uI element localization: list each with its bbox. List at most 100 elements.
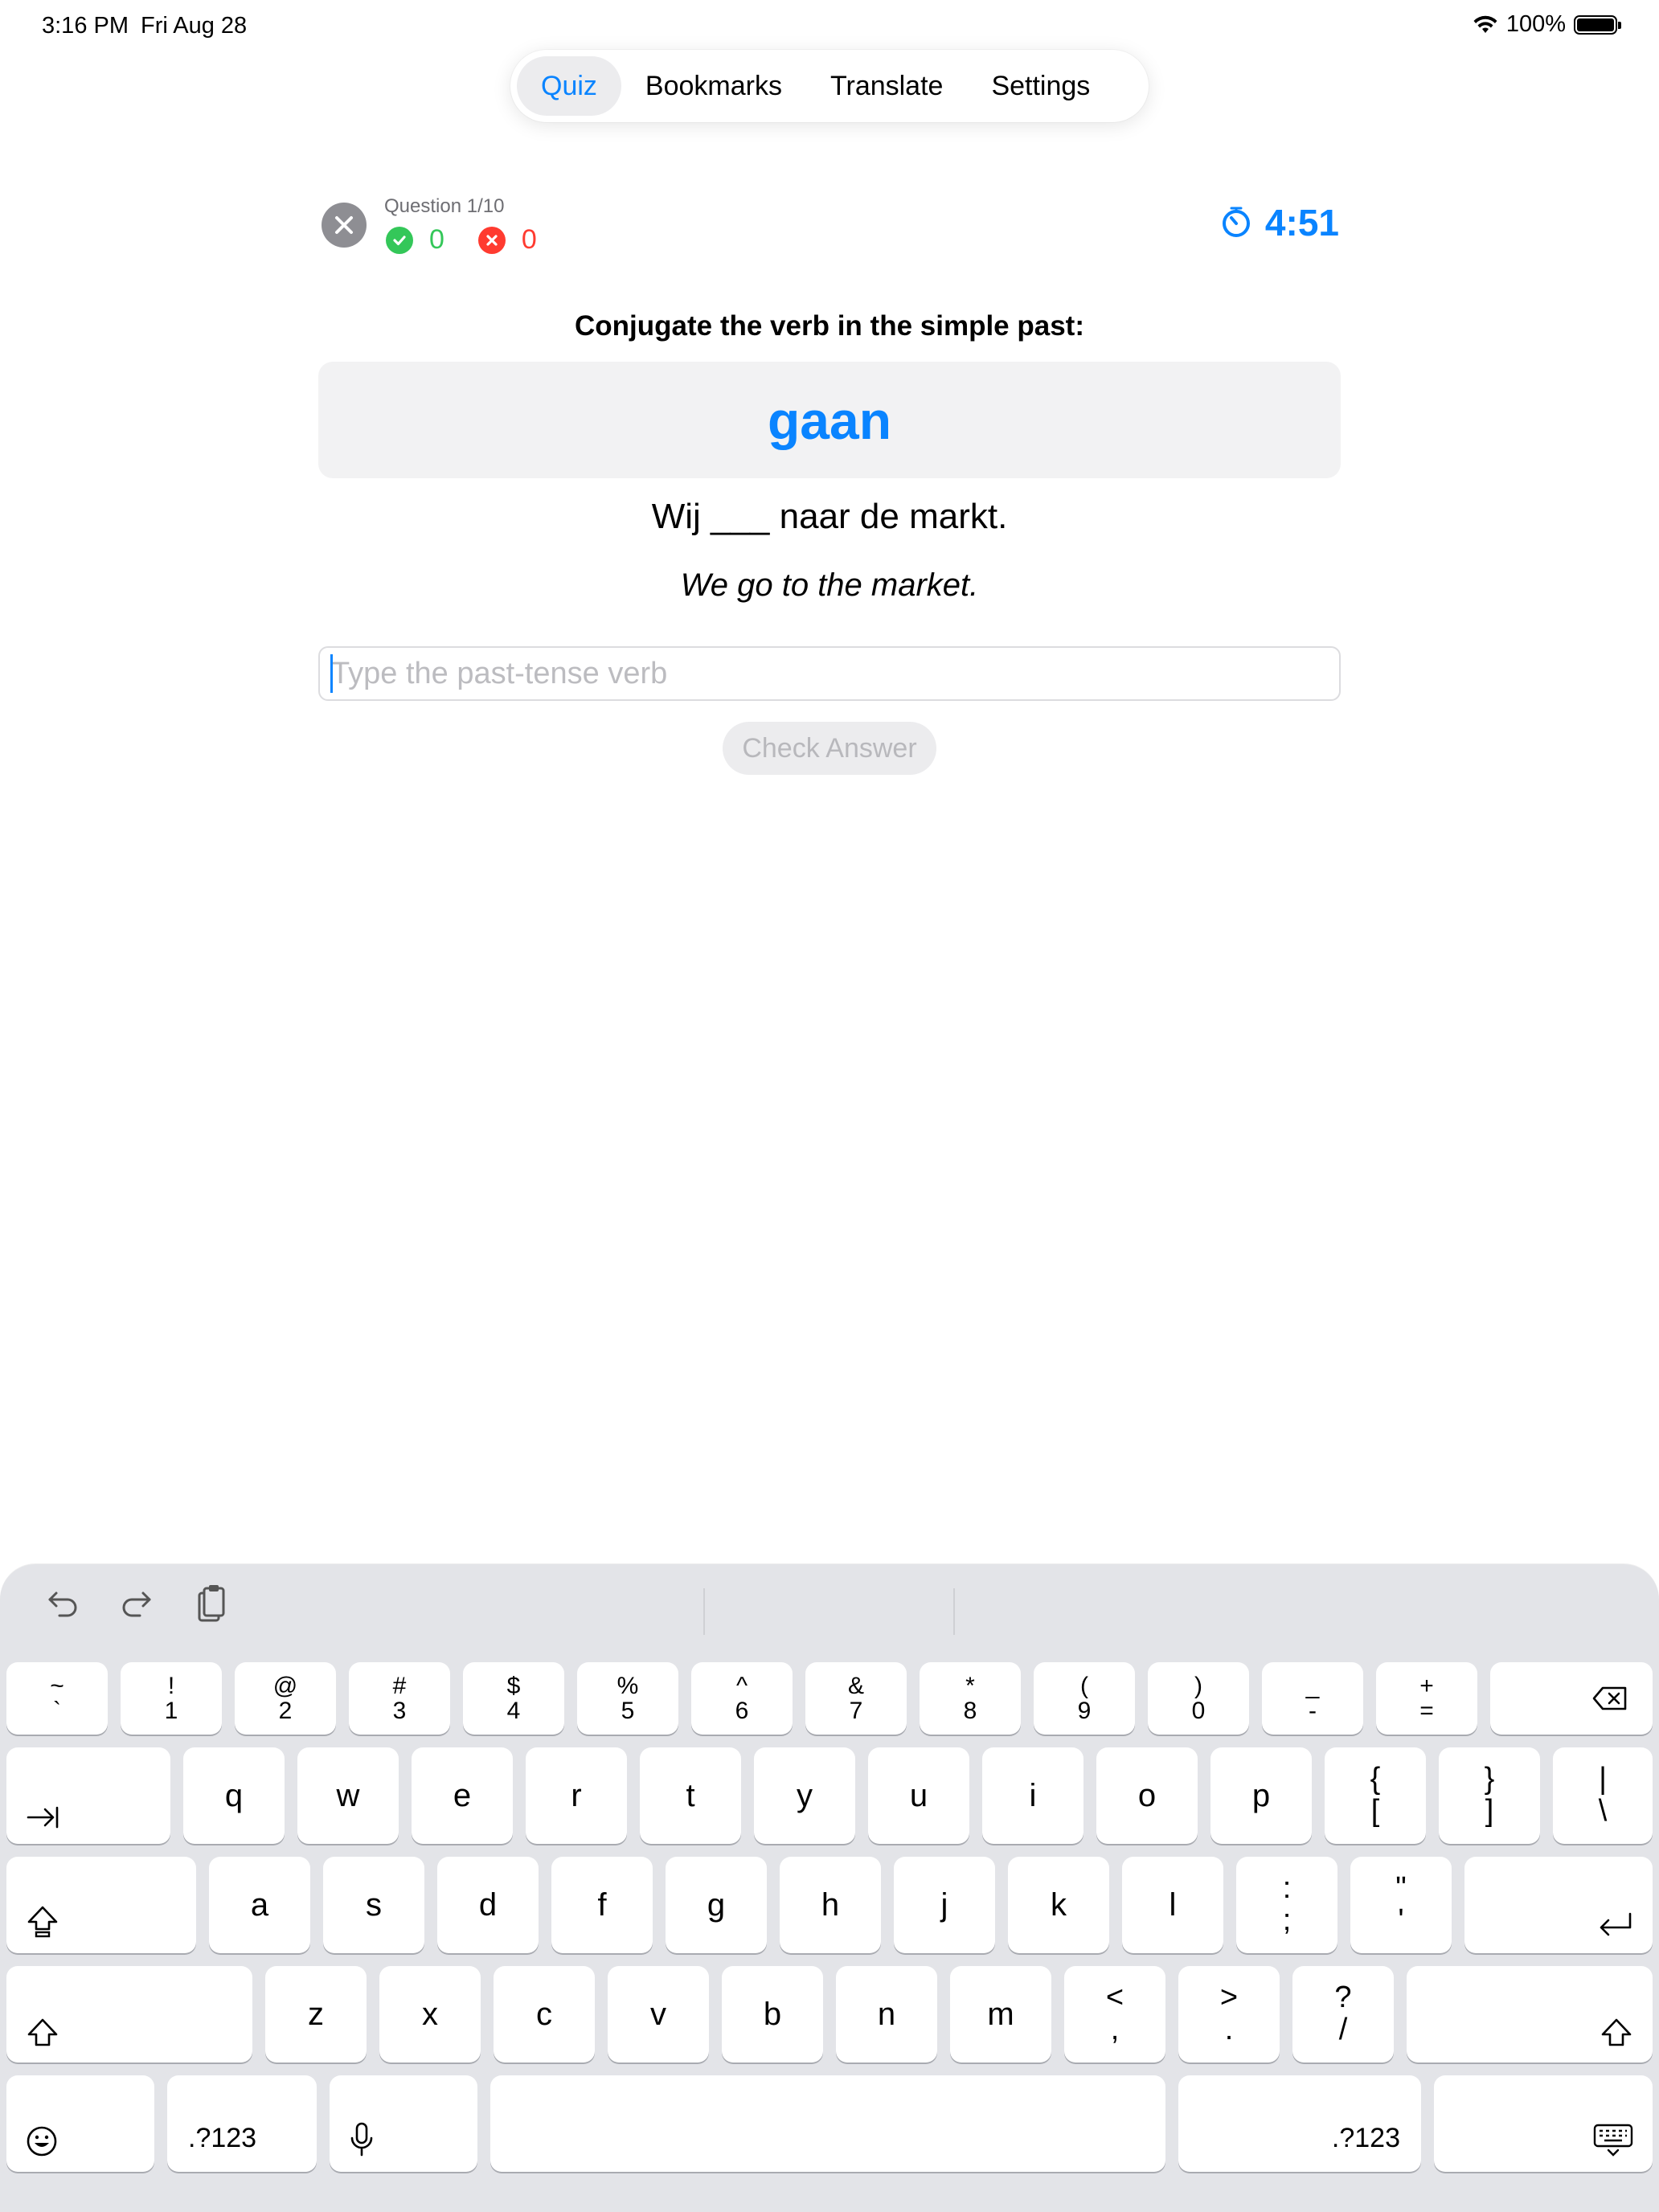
key-w[interactable]: w bbox=[297, 1747, 399, 1844]
english-translation: We go to the market. bbox=[680, 567, 979, 603]
status-bar: 3:16 PM Fri Aug 28 100% bbox=[0, 0, 1659, 51]
tab-translate[interactable]: Translate bbox=[806, 56, 967, 116]
key-t[interactable]: t bbox=[640, 1747, 741, 1844]
verb-card: gaan bbox=[318, 362, 1341, 478]
score-row: 0 0 bbox=[386, 224, 537, 256]
keyboard-dismiss-icon bbox=[1593, 2124, 1633, 2157]
key-x[interactable]: x bbox=[379, 1966, 481, 2062]
question-prompt: Conjugate the verb in the simple past: bbox=[575, 310, 1084, 342]
key-6[interactable]: ^ 6 bbox=[691, 1662, 793, 1735]
key-0[interactable]: ) 0 bbox=[1148, 1662, 1249, 1735]
numbers-key-left[interactable]: .?123 bbox=[167, 2075, 317, 2172]
key-d[interactable]: d bbox=[437, 1857, 539, 1953]
key-8[interactable]: * 8 bbox=[920, 1662, 1021, 1735]
key-l[interactable]: l bbox=[1122, 1857, 1223, 1953]
caps-lock-icon bbox=[27, 1906, 58, 1938]
redo-icon[interactable] bbox=[119, 1585, 154, 1622]
text-cursor bbox=[330, 654, 333, 693]
timer: 4:51 bbox=[1220, 201, 1339, 244]
wifi-icon bbox=[1473, 15, 1497, 33]
key-g[interactable]: g bbox=[666, 1857, 767, 1953]
key-j[interactable]: j bbox=[894, 1857, 995, 1953]
timer-value: 4:51 bbox=[1264, 202, 1339, 244]
microphone-icon bbox=[350, 2122, 373, 2157]
key-backslash[interactable]: | \ bbox=[1553, 1747, 1653, 1844]
check-answer-button[interactable]: Check Answer bbox=[723, 722, 936, 775]
checkmark-icon bbox=[386, 226, 413, 254]
close-icon bbox=[335, 216, 353, 234]
key-y[interactable]: y bbox=[754, 1747, 855, 1844]
tab-bar: Quiz Bookmarks Translate Settings bbox=[510, 50, 1149, 122]
key-minus[interactable]: _ - bbox=[1262, 1662, 1363, 1735]
question-counter: Question 1/10 bbox=[384, 195, 505, 217]
toolbar-divider bbox=[703, 1588, 705, 1635]
numbers-key-right[interactable]: .?123 bbox=[1178, 2075, 1421, 2172]
key-bracket-right[interactable]: }] bbox=[1439, 1747, 1540, 1844]
wrong-icon bbox=[477, 226, 506, 254]
key-period[interactable]: >. bbox=[1178, 1966, 1280, 2062]
wrong-count: 0 bbox=[521, 224, 537, 255]
key-quote[interactable]: " ' bbox=[1350, 1857, 1452, 1953]
dictation-key[interactable] bbox=[330, 2075, 477, 2172]
key-m[interactable]: m bbox=[950, 1966, 1051, 2062]
key-2[interactable]: @2 bbox=[235, 1662, 336, 1735]
undo-icon[interactable] bbox=[45, 1585, 80, 1622]
answer-input[interactable] bbox=[318, 646, 1341, 701]
key-q[interactable]: q bbox=[183, 1747, 285, 1844]
return-key[interactable] bbox=[1464, 1857, 1653, 1953]
battery-icon bbox=[1574, 14, 1621, 35]
key-a[interactable]: a bbox=[209, 1857, 310, 1953]
key-f[interactable]: f bbox=[551, 1857, 653, 1953]
shift-icon bbox=[1601, 2018, 1632, 2046]
key-bracket-left[interactable]: {[ bbox=[1325, 1747, 1426, 1844]
delete-key[interactable] bbox=[1490, 1662, 1653, 1735]
key-9[interactable]: (9 bbox=[1034, 1662, 1135, 1735]
tab-settings[interactable]: Settings bbox=[967, 56, 1114, 116]
key-semicolon[interactable]: :; bbox=[1236, 1857, 1337, 1953]
key-z[interactable]: z bbox=[265, 1966, 367, 2062]
close-quiz-button[interactable] bbox=[322, 203, 367, 248]
caps-lock-key[interactable] bbox=[6, 1857, 196, 1953]
key-comma[interactable]: <, bbox=[1064, 1966, 1165, 2062]
key-c[interactable]: c bbox=[494, 1966, 595, 2062]
shift-key-left[interactable] bbox=[6, 1966, 252, 2062]
key-o[interactable]: o bbox=[1096, 1747, 1198, 1844]
tab-icon bbox=[27, 1806, 59, 1829]
dismiss-keyboard-key[interactable] bbox=[1434, 2075, 1653, 2172]
tab-bookmarks[interactable]: Bookmarks bbox=[621, 56, 806, 116]
key-7[interactable]: & 7 bbox=[805, 1662, 907, 1735]
tab-quiz[interactable]: Quiz bbox=[517, 56, 621, 116]
clipboard-icon[interactable] bbox=[193, 1583, 227, 1625]
emoji-key[interactable] bbox=[6, 2075, 154, 2172]
key-u[interactable]: u bbox=[868, 1747, 969, 1844]
key-v[interactable]: v bbox=[608, 1966, 709, 2062]
key-p[interactable]: p bbox=[1210, 1747, 1312, 1844]
battery-percent: 100% bbox=[1505, 11, 1566, 37]
status-date: Fri Aug 28 bbox=[141, 13, 248, 39]
key-1[interactable]: ! 1 bbox=[121, 1662, 222, 1735]
key-n[interactable]: n bbox=[836, 1966, 937, 2062]
delete-icon bbox=[1592, 1686, 1627, 1710]
tab-key[interactable] bbox=[6, 1747, 170, 1844]
key-r[interactable]: r bbox=[526, 1747, 627, 1844]
key-slash[interactable]: ? / bbox=[1292, 1966, 1394, 2062]
status-right: 100% bbox=[1473, 11, 1621, 38]
key-e[interactable]: e bbox=[412, 1747, 513, 1844]
key-equals[interactable]: + = bbox=[1376, 1662, 1477, 1735]
status-time: 3:16 PM bbox=[42, 13, 129, 39]
space-bar[interactable] bbox=[490, 2075, 1165, 2172]
verb-text: gaan bbox=[767, 390, 892, 450]
key-3[interactable]: #3 bbox=[349, 1662, 450, 1735]
dutch-sentence: Wij ___ naar de markt. bbox=[651, 497, 1008, 536]
key-b[interactable]: b bbox=[722, 1966, 823, 2062]
shift-key-right[interactable] bbox=[1407, 1966, 1653, 2062]
emoji-icon bbox=[27, 2126, 57, 2157]
key-4[interactable]: $4 bbox=[463, 1662, 564, 1735]
timer-icon bbox=[1222, 207, 1250, 237]
key-tilde[interactable]: ~ ` bbox=[6, 1662, 108, 1735]
key-k[interactable]: k bbox=[1008, 1857, 1109, 1953]
key-i[interactable]: i bbox=[982, 1747, 1083, 1844]
key-s[interactable]: s bbox=[323, 1857, 424, 1953]
key-h[interactable]: h bbox=[780, 1857, 881, 1953]
key-5[interactable]: % 5 bbox=[577, 1662, 678, 1735]
